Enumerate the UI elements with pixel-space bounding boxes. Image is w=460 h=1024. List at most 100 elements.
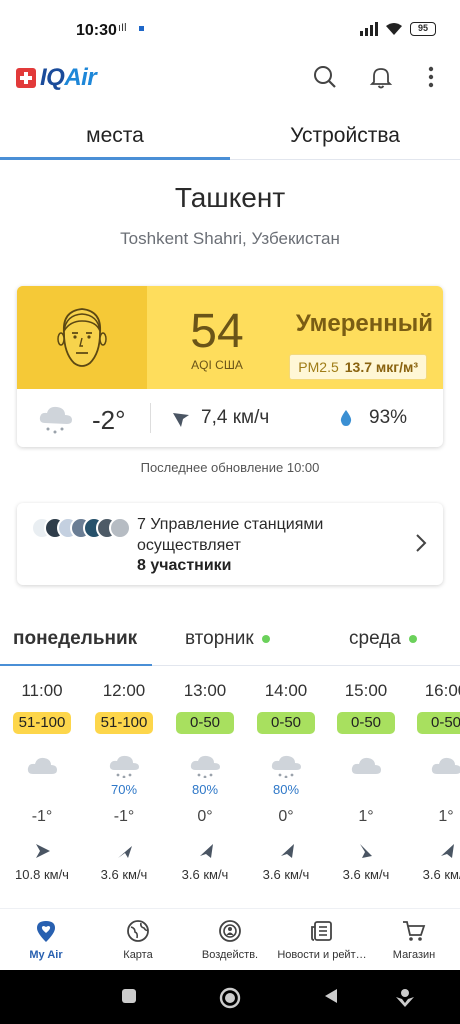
- news-icon: [311, 921, 332, 941]
- contributors-card[interactable]: 7 Управление станциями осуществляет 8 уч…: [17, 503, 443, 585]
- hour-precip: 80%: [272, 782, 300, 797]
- hour-time: 14:00: [264, 681, 308, 700]
- aqi-level: Умеренный: [295, 310, 433, 337]
- weather-divider: [150, 403, 151, 433]
- hour-column: 15:00 0-50 1° 3.6 км/ч: [326, 680, 406, 890]
- hour-wind: 3.6 км/ч: [100, 867, 148, 882]
- hour-column: 13:00 0-50 80% 0° 3.6 км/ч: [165, 680, 245, 890]
- status-time: 10:30: [76, 22, 117, 39]
- contributor-avatars: [31, 517, 131, 541]
- system-navigation-bar: [0, 970, 460, 1024]
- region-name: Toshkent Shahri, Узбекистан: [120, 229, 340, 248]
- contributors-text: 7 Управление станциями осуществляет: [137, 516, 324, 554]
- more-menu-button[interactable]: [416, 62, 446, 92]
- main-tabs: места Устройства: [0, 112, 460, 160]
- recents-icon[interactable]: [120, 987, 138, 1005]
- heart-pin-icon: [37, 921, 55, 942]
- hour-temp: 1°: [438, 808, 454, 825]
- logo-text-air: Air: [64, 64, 97, 91]
- hour-aqi-badge: 0-50: [176, 712, 234, 734]
- notifications-button[interactable]: [366, 62, 396, 92]
- hour-wind: 3.6 км/ч: [181, 867, 229, 882]
- weather-temperature: -2°: [92, 405, 126, 435]
- back-icon[interactable]: [322, 987, 340, 1005]
- bell-icon: [369, 68, 393, 89]
- hour-time: 13:00: [183, 681, 227, 700]
- nav-label: Новости и рейт…: [277, 949, 367, 961]
- tab-devices[interactable]: Устройства: [230, 112, 460, 160]
- hour-wind: 3.6 км/ч: [342, 867, 390, 882]
- snow-cloud-icon: [190, 755, 220, 778]
- hour-wind: 10.8 км/ч: [15, 867, 69, 882]
- pollutant-name: PM2.5: [298, 359, 339, 375]
- day-tab-label: среда: [349, 628, 401, 649]
- hour-time: 15:00: [344, 681, 388, 700]
- status-dot-icon: [261, 635, 270, 643]
- hour-aqi-badge: 51-100: [95, 712, 153, 734]
- battery-icon: 95: [410, 22, 436, 36]
- tab-places[interactable]: места: [0, 112, 230, 160]
- nav-map[interactable]: Карта: [92, 909, 184, 971]
- hour-temp: 1°: [358, 808, 374, 825]
- assistant-icon[interactable]: [394, 987, 416, 1009]
- cart-icon: [403, 921, 426, 941]
- app-bar: IQAir: [0, 62, 460, 112]
- bottom-navigation: My Air Карта Воздейств. Новости и рейт…: [0, 908, 460, 970]
- nav-my-air[interactable]: My Air: [0, 909, 92, 971]
- hour-temp: 0°: [197, 808, 213, 825]
- day-tab-monday[interactable]: понедельник: [13, 628, 137, 650]
- notification-icons: ıIl: [118, 22, 127, 34]
- aqi-summary: 54 AQI США Умеренный PM2.5 13.7 мкг/м³: [17, 286, 443, 389]
- nav-news[interactable]: Новости и рейт…: [276, 909, 368, 971]
- weather-humidity: 93%: [369, 407, 408, 428]
- nav-exposure[interactable]: Воздейств.: [184, 909, 276, 971]
- city-name: Ташкент: [174, 182, 286, 213]
- status-bar: 10:30 ıIl 95: [0, 0, 460, 62]
- day-tab-tuesday[interactable]: вторник: [185, 628, 270, 650]
- avatar: [109, 517, 131, 539]
- hour-precip: 80%: [191, 782, 219, 797]
- day-tab-indicator: [0, 664, 152, 666]
- hourly-forecast[interactable]: 11:00 51-100 -1° 10.8 км/ч 12:00 51-100 …: [0, 680, 460, 890]
- snow-cloud-icon: [39, 406, 72, 434]
- wind-direction-icon: [441, 844, 454, 858]
- target-person-icon: [219, 920, 241, 942]
- hour-time: 16:00: [424, 681, 460, 700]
- nav-label: Магазин: [392, 949, 436, 961]
- weather-row: -2° 7,4 км/ч 93%: [17, 389, 443, 447]
- hour-temp: -1°: [113, 808, 135, 825]
- wind-direction-icon: [36, 844, 50, 858]
- search-button[interactable]: [310, 62, 340, 92]
- swiss-cross-icon: [16, 68, 36, 88]
- wind-direction-icon: [281, 844, 294, 858]
- nav-label: Карта: [123, 949, 153, 961]
- last-update: Последнее обновление 10:00: [140, 460, 320, 475]
- nav-shop[interactable]: Магазин: [368, 909, 460, 971]
- nav-label: Воздейств.: [201, 949, 259, 961]
- hour-aqi-badge: 0-50: [257, 712, 315, 734]
- cloud-icon: [351, 757, 381, 774]
- hour-wind: 3.6 км/ч: [422, 867, 460, 882]
- home-icon[interactable]: [219, 987, 241, 1009]
- hour-column: 16:00 0-50 1° 3.6 км/ч: [406, 680, 460, 890]
- hour-column: 11:00 51-100 -1° 10.8 км/ч: [2, 680, 82, 890]
- hour-precip: 70%: [110, 782, 138, 797]
- wind-direction-icon: [118, 846, 132, 858]
- aqi-card[interactable]: 54 AQI США Умеренный PM2.5 13.7 мкг/м³ -…: [17, 286, 443, 447]
- more-vert-icon: [428, 66, 434, 88]
- cloud-icon: [27, 757, 57, 774]
- hour-temp: 0°: [278, 808, 294, 825]
- day-tab-wednesday[interactable]: среда: [349, 628, 417, 650]
- contributors-count: 8 участники: [137, 557, 232, 574]
- hour-aqi-badge: 0-50: [417, 712, 460, 734]
- hour-wind: 3.6 км/ч: [262, 867, 310, 882]
- snow-cloud-icon: [109, 755, 139, 778]
- wind-direction-icon: [200, 844, 213, 858]
- pollutant-concentration: 13.7 мкг/м³: [344, 359, 418, 375]
- face-icon: [57, 307, 107, 367]
- app-logo: IQAir: [16, 64, 97, 92]
- nav-label: My Air: [29, 949, 63, 961]
- snow-cloud-icon: [271, 755, 301, 778]
- wind-direction-icon: [360, 844, 372, 858]
- search-icon: [314, 66, 336, 88]
